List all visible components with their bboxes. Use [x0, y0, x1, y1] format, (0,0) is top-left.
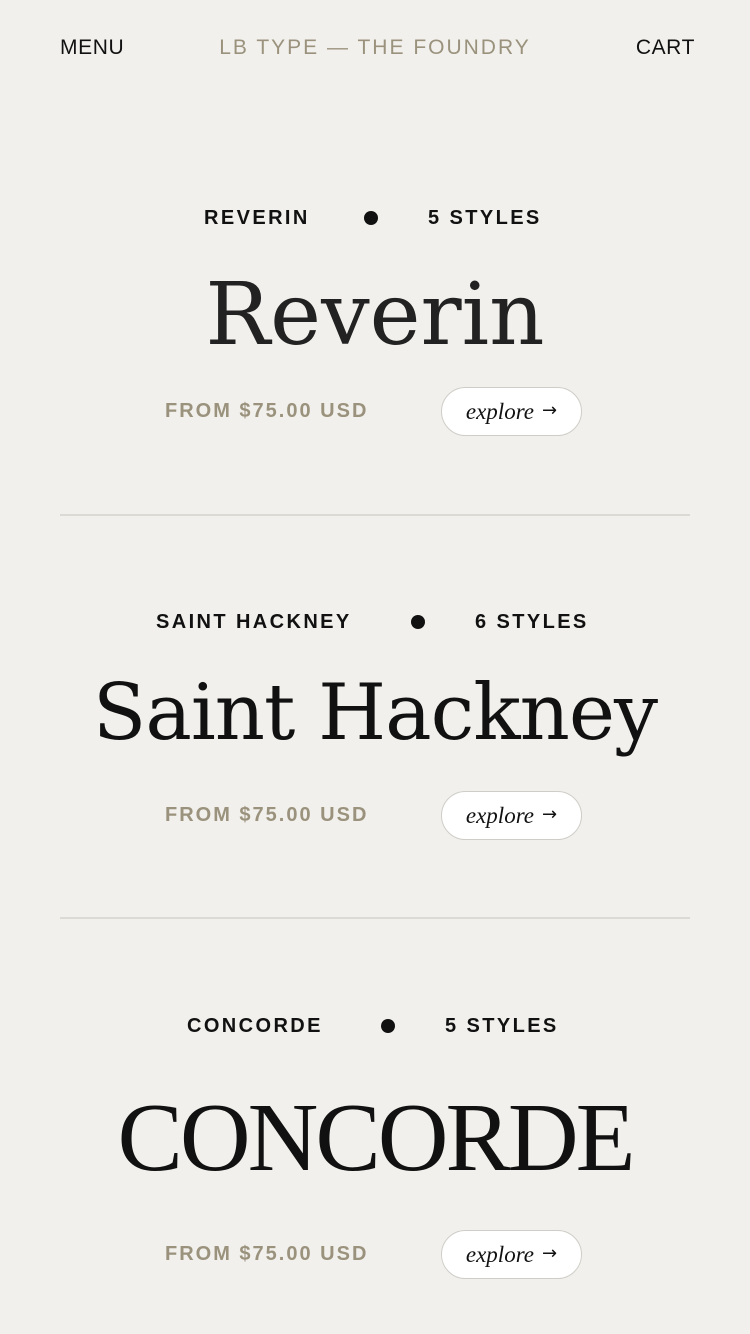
- font-name[interactable]: CONCORDE: [187, 1011, 323, 1041]
- explore-label: explore: [465, 1241, 535, 1267]
- explore-label: explore: [465, 398, 535, 424]
- cart-button[interactable]: CART: [636, 36, 695, 60]
- arrow-right-icon: →: [542, 399, 558, 421]
- arrow-right-icon: →: [542, 803, 558, 825]
- section-divider: [60, 917, 690, 919]
- font-meta-row: CONCORDE 5 STYLES: [0, 1011, 750, 1041]
- font-styles-count: 5 STYLES: [445, 1015, 559, 1037]
- font-meta-row: REVERIN 5 STYLES: [0, 203, 750, 233]
- font-price: FROM $75.00 USD: [165, 1243, 369, 1265]
- dot-icon: [381, 1019, 395, 1033]
- arrow-right-icon: →: [542, 1242, 558, 1264]
- top-nav: MENU LB TYPE — THE FOUNDRY CART: [0, 0, 750, 96]
- font-specimen[interactable]: Reverin: [0, 265, 750, 365]
- font-name[interactable]: REVERIN: [204, 203, 310, 233]
- explore-label: explore: [465, 802, 535, 828]
- font-specimen[interactable]: CONCORDE: [0, 1083, 750, 1193]
- dot-icon: [411, 615, 425, 629]
- font-meta-row: SAINT HACKNEY 6 STYLES: [0, 607, 750, 637]
- font-price: FROM $75.00 USD: [165, 804, 369, 826]
- font-price: FROM $75.00 USD: [165, 400, 369, 422]
- font-name[interactable]: SAINT HACKNEY: [156, 607, 352, 637]
- explore-button[interactable]: explore →: [441, 1230, 582, 1279]
- section-divider: [60, 514, 690, 516]
- font-specimen[interactable]: Saint Hackney: [0, 663, 750, 763]
- explore-button[interactable]: explore →: [441, 791, 582, 840]
- dot-icon: [364, 211, 378, 225]
- font-styles-count: 5 STYLES: [428, 207, 542, 229]
- font-styles-count: 6 STYLES: [475, 611, 589, 633]
- explore-button[interactable]: explore →: [441, 387, 582, 436]
